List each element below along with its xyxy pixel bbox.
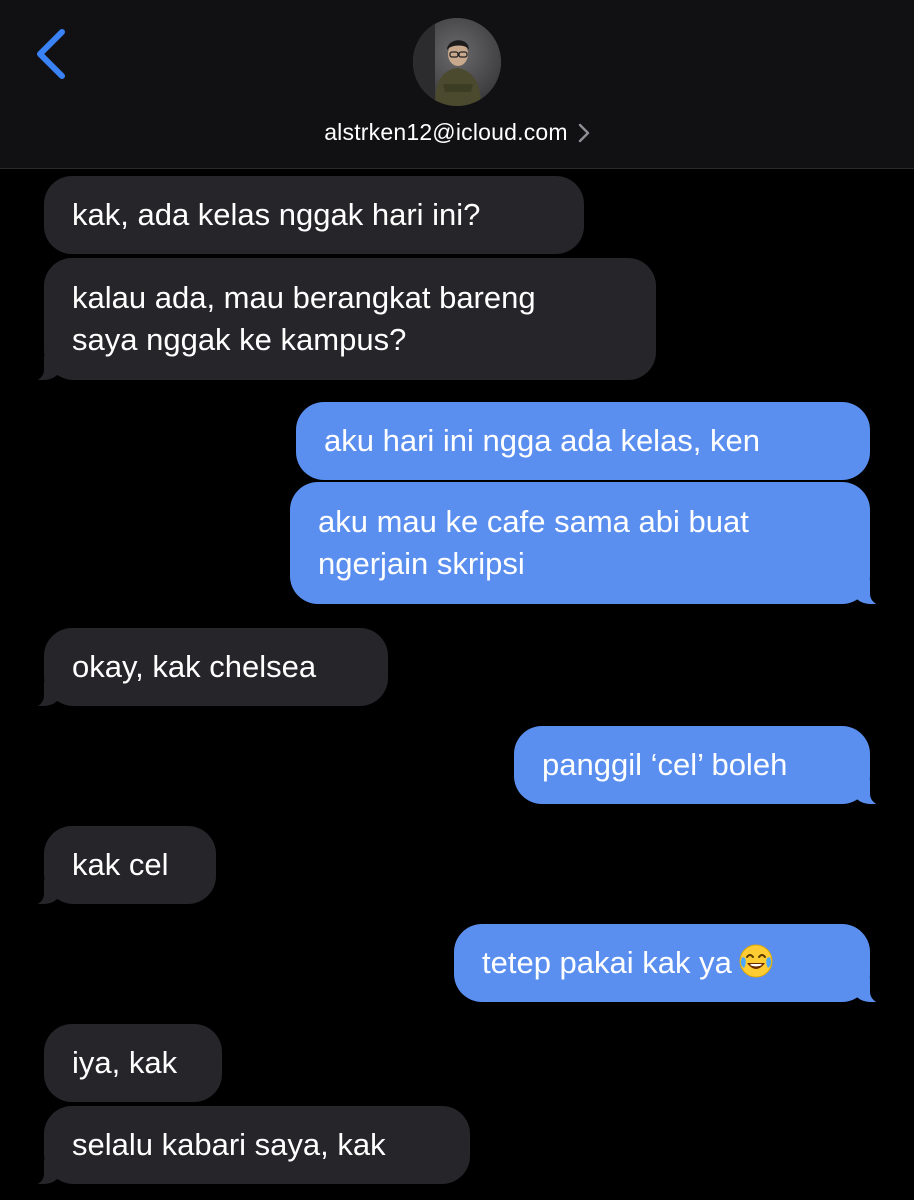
message-text: aku mau ke cafe sama abi buat bbox=[318, 504, 749, 539]
message-text: kalau ada, mau berangkat bareng bbox=[72, 280, 536, 315]
message-text-content: tetep pakai kak ya bbox=[482, 945, 732, 980]
message-text: iya, kak bbox=[72, 1045, 178, 1080]
avatar-photo bbox=[413, 18, 501, 106]
message-bubble-sent[interactable]: tetep pakai kak ya bbox=[454, 924, 890, 1004]
message-text: selalu kabari saya, kak bbox=[72, 1127, 386, 1162]
message-text: saya nggak ke kampus? bbox=[72, 322, 407, 357]
message-bubble-sent[interactable]: panggil ‘cel’ boleh bbox=[514, 726, 890, 806]
avatar[interactable] bbox=[413, 18, 501, 106]
message-bubble-received[interactable]: iya, kak bbox=[44, 1024, 222, 1102]
contact-details-button[interactable]: alstrken12@icloud.com bbox=[0, 114, 914, 150]
chevron-left-icon bbox=[37, 29, 65, 79]
chevron-right-icon bbox=[578, 123, 589, 143]
message-text: ngerjain skripsi bbox=[318, 546, 525, 581]
message-text: panggil ‘cel’ boleh bbox=[542, 747, 788, 782]
message-bubble-sent[interactable]: aku mau ke cafe sama abi buat ngerjain s… bbox=[290, 482, 890, 606]
back-button[interactable] bbox=[28, 26, 76, 82]
message-bubble-received[interactable]: selalu kabari saya, kak bbox=[24, 1106, 470, 1186]
message-text: okay, kak chelsea bbox=[72, 649, 317, 684]
message-text: tetep pakai kak ya bbox=[482, 942, 842, 984]
message-bubble-received[interactable]: kak, ada kelas nggak hari ini? bbox=[44, 176, 584, 254]
message-bubble-sent[interactable]: aku hari ini ngga ada kelas, ken bbox=[296, 402, 870, 480]
message-text: aku hari ini ngga ada kelas, ken bbox=[324, 423, 761, 458]
message-bubble-received[interactable]: kalau ada, mau berangkat bareng saya ngg… bbox=[24, 258, 656, 382]
message-text: kak, ada kelas nggak hari ini? bbox=[72, 197, 481, 232]
contact-name: alstrken12@icloud.com bbox=[324, 118, 568, 145]
message-bubble-received[interactable]: kak cel bbox=[24, 826, 216, 906]
face-with-tears-of-joy-icon bbox=[739, 944, 773, 978]
message-bubble-received[interactable]: okay, kak chelsea bbox=[24, 628, 388, 708]
conversation-header: alstrken12@icloud.com bbox=[0, 0, 914, 169]
message-text: kak cel bbox=[72, 847, 169, 882]
